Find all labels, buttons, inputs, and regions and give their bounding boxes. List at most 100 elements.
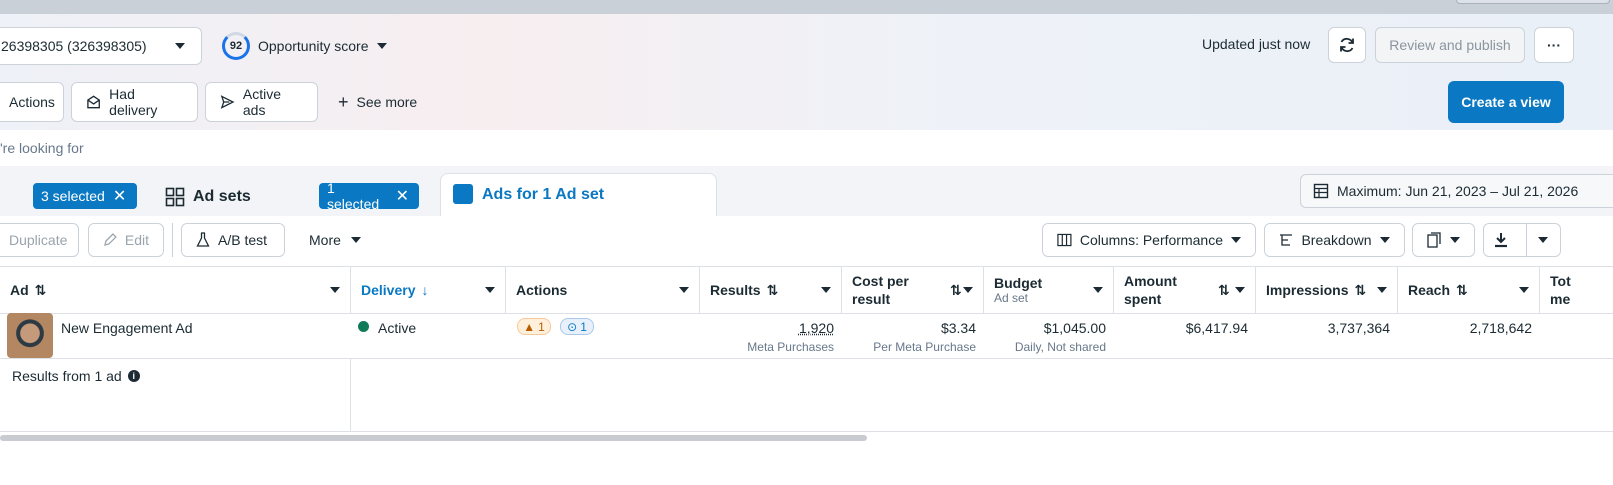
sort-icon[interactable]: ⇅ bbox=[767, 282, 779, 299]
impressions-value: 3,737,364 bbox=[1327, 320, 1390, 336]
see-more-button[interactable]: + See more bbox=[338, 82, 417, 122]
summary-label: Results from 1 ad i bbox=[12, 368, 140, 384]
download-icon bbox=[1494, 233, 1507, 248]
sort-icon[interactable]: ⇅ bbox=[950, 282, 962, 299]
breakdown-icon bbox=[1280, 234, 1292, 246]
filter-chip-label: Actions bbox=[9, 94, 55, 110]
refresh-button[interactable] bbox=[1328, 27, 1366, 63]
column-label: Tot me bbox=[1550, 273, 1571, 307]
column-header-cost-per-result[interactable]: Cost per result ⇅ bbox=[842, 266, 984, 314]
send-icon bbox=[220, 95, 235, 109]
top-strip bbox=[0, 0, 1613, 14]
more-button[interactable]: More bbox=[295, 223, 375, 257]
chevron-down-icon[interactable] bbox=[1519, 287, 1529, 293]
date-range-picker[interactable]: Maximum: Jun 21, 2023 – Jul 21, 2026 bbox=[1300, 174, 1613, 208]
selected-count: 1 selected bbox=[327, 180, 380, 212]
column-label: Impressions bbox=[1266, 282, 1349, 298]
opportunity-badge[interactable]: ⊙ 1 bbox=[560, 318, 594, 335]
chevron-down-icon[interactable] bbox=[1377, 287, 1387, 293]
column-header-impressions[interactable]: Impressions ⇅ bbox=[1256, 266, 1398, 314]
results-number[interactable]: 1,920 bbox=[799, 320, 834, 336]
summary-row bbox=[0, 359, 1613, 432]
reports-button[interactable] bbox=[1412, 223, 1475, 257]
campaigns-selected-badge[interactable]: 3 selected ✕ bbox=[33, 183, 137, 209]
column-header-total[interactable]: Tot me bbox=[1540, 266, 1613, 314]
columns-icon bbox=[1057, 233, 1072, 247]
filter-chip-had-delivery[interactable]: Had delivery bbox=[71, 82, 198, 122]
chevron-down-icon bbox=[350, 237, 361, 243]
more-options-button[interactable]: ··· bbox=[1534, 27, 1574, 63]
chevron-down-icon[interactable] bbox=[485, 287, 495, 293]
search-input[interactable]: 're looking for bbox=[0, 140, 84, 156]
account-select[interactable]: 26398305 (326398305) bbox=[0, 27, 202, 65]
columns-button[interactable]: Columns: Performance bbox=[1042, 223, 1256, 257]
sort-icon[interactable]: ⇅ bbox=[1456, 282, 1468, 299]
ab-test-button[interactable]: A/B test bbox=[181, 223, 285, 257]
close-icon[interactable]: ✕ bbox=[396, 186, 409, 206]
cost-per-result-type: Per Meta Purchase bbox=[873, 340, 976, 354]
chevron-down-icon bbox=[1538, 237, 1549, 243]
breakdown-button[interactable]: Breakdown bbox=[1264, 223, 1405, 257]
chevron-down-icon[interactable] bbox=[1235, 287, 1245, 293]
selected-count: 3 selected bbox=[41, 188, 105, 204]
column-divider bbox=[350, 359, 351, 432]
columns-label: Columns: Performance bbox=[1079, 232, 1223, 248]
table-icon bbox=[1313, 183, 1329, 199]
close-icon[interactable]: ✕ bbox=[113, 186, 126, 206]
toolbar-divider bbox=[172, 223, 173, 257]
chevron-down-icon[interactable] bbox=[330, 287, 340, 293]
sort-descending-icon[interactable]: ↓ bbox=[421, 282, 428, 298]
column-header-budget[interactable]: Budget Ad set bbox=[984, 266, 1114, 314]
column-header-results[interactable]: Results ⇅ bbox=[700, 266, 842, 314]
chevron-down-icon bbox=[376, 43, 387, 49]
export-button-group[interactable] bbox=[1483, 223, 1561, 257]
create-view-button[interactable]: Create a view bbox=[1448, 81, 1564, 123]
top-strip-button[interactable] bbox=[1456, 0, 1610, 4]
duplicate-button[interactable]: Duplicate bbox=[0, 223, 79, 257]
opportunity-score-ring: 92 bbox=[222, 32, 250, 60]
filter-chip-active-ads[interactable]: Active ads bbox=[205, 82, 318, 122]
filter-chip-actions[interactable]: Actions bbox=[0, 82, 64, 122]
download-button[interactable] bbox=[1484, 224, 1518, 256]
chevron-down-icon[interactable] bbox=[821, 287, 831, 293]
column-label: Amount spent bbox=[1124, 273, 1177, 307]
horizontal-scrollbar[interactable] bbox=[0, 435, 867, 441]
cost-per-result-value: $3.34 bbox=[940, 320, 976, 336]
account-label: 26398305 (326398305) bbox=[1, 38, 147, 54]
column-header-reach[interactable]: Reach ⇅ bbox=[1398, 266, 1540, 314]
ad-thumbnail[interactable] bbox=[7, 313, 53, 358]
chevron-down-icon[interactable] bbox=[1093, 287, 1103, 293]
column-header-delivery[interactable]: Delivery ↓ bbox=[351, 266, 506, 314]
budget-value: $1,045.00 bbox=[1043, 320, 1106, 336]
review-publish-button[interactable]: Review and publish bbox=[1375, 27, 1525, 63]
column-label: Reach bbox=[1408, 282, 1451, 298]
chevron-down-icon[interactable] bbox=[679, 287, 689, 293]
export-options-button[interactable] bbox=[1525, 224, 1560, 256]
opportunity-score-button[interactable]: 92 Opportunity score bbox=[222, 32, 387, 60]
chevron-down-icon bbox=[175, 43, 185, 49]
column-header-ad[interactable]: Ad ⇅ bbox=[0, 266, 351, 314]
results-value[interactable]: 1,920 bbox=[700, 320, 834, 336]
edit-button[interactable]: Edit bbox=[88, 223, 164, 257]
sort-icon[interactable]: ⇅ bbox=[1218, 282, 1230, 299]
tab-ad-sets-label: Ad sets bbox=[193, 188, 251, 205]
breakdown-label: Breakdown bbox=[1301, 232, 1372, 248]
sort-icon[interactable]: ⇅ bbox=[35, 282, 47, 299]
chevron-down-icon bbox=[1379, 237, 1390, 243]
grid-icon bbox=[165, 187, 185, 207]
edit-label: Edit bbox=[124, 232, 149, 248]
filter-chip-label: Had delivery bbox=[109, 86, 158, 118]
adsets-selected-badge[interactable]: 1 selected ✕ bbox=[319, 180, 419, 212]
duplicate-label: Duplicate bbox=[9, 232, 68, 248]
chevron-down-icon bbox=[1450, 237, 1460, 243]
sort-icon[interactable]: ⇅ bbox=[1354, 282, 1366, 299]
column-header-actions[interactable]: Actions bbox=[506, 266, 700, 314]
reach-value: 2,718,642 bbox=[1469, 320, 1532, 336]
column-header-amount-spent[interactable]: Amount spent ⇅ bbox=[1114, 266, 1256, 314]
column-label: Delivery bbox=[361, 282, 416, 298]
ad-name-link[interactable]: New Engagement Ad bbox=[61, 320, 193, 336]
chevron-down-icon[interactable] bbox=[963, 287, 973, 293]
warning-badge[interactable]: ▲ 1 bbox=[517, 318, 551, 335]
info-icon[interactable]: i bbox=[127, 370, 140, 382]
opportunity-icon: ⊙ bbox=[567, 319, 578, 334]
